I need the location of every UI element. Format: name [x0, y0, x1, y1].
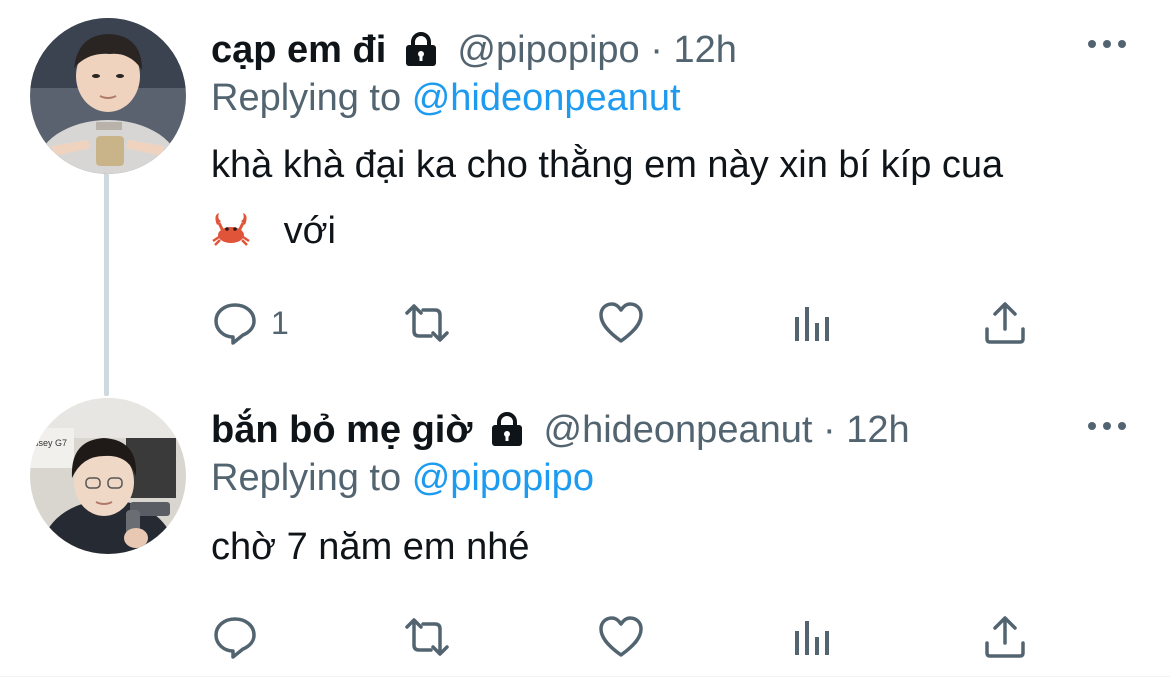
replying-to-mention[interactable]: @pipopipo [412, 457, 594, 499]
tweet-text-line-2-word: với [283, 210, 336, 252]
reply-count: 1 [271, 304, 289, 341]
analytics-icon [795, 307, 829, 341]
display-name[interactable]: cạp em đi [211, 29, 386, 71]
user-handle[interactable]: @hideonpeanut [544, 409, 813, 451]
retweet-icon [405, 618, 449, 656]
share-button[interactable] [981, 298, 1029, 348]
tweet-reply-1: cạp em đi @pipopipo · 12h Replying to @h… [0, 18, 1170, 358]
replying-to-prefix: Replying to [211, 457, 402, 499]
replying-to-mention[interactable]: @hideonpeanut [412, 77, 681, 119]
tweet-text-line-1: khà khà đại ka cho thằng em này xin bí k… [211, 144, 1004, 186]
avatar-hideonpeanut[interactable]: ssey G7 [30, 398, 186, 554]
more-horizontal-icon[interactable] [1085, 416, 1129, 436]
share-button[interactable] [981, 612, 1029, 662]
timestamp[interactable]: 12h [673, 29, 736, 71]
reply-icon [214, 303, 256, 345]
avatar-pipopipo[interactable] [30, 18, 186, 174]
replying-to-prefix: Replying to [211, 77, 402, 119]
heart-icon [599, 616, 643, 657]
replying-to: Replying to @pipopipo [211, 454, 594, 502]
tweet-actions: 1 [211, 298, 1041, 348]
share-icon [985, 616, 1025, 658]
user-handle[interactable]: @pipopipo [457, 29, 639, 71]
avatar-photo: ssey G7 [30, 398, 186, 554]
tweet-reply-2: ssey G7 bắn bỏ mẹ giờ @hideonpeanut · 12… [0, 398, 1170, 678]
tweet-text: khà khà đại ka cho thằng em này xin bí k… [211, 132, 1003, 264]
separator-dot: · [822, 409, 836, 451]
bottom-divider [0, 676, 1170, 677]
tweet-actions [211, 612, 1041, 662]
share-icon [985, 302, 1025, 344]
like-button[interactable] [597, 298, 645, 348]
retweet-button[interactable] [403, 612, 451, 662]
avatar-photo [30, 18, 186, 174]
heart-icon [599, 302, 643, 343]
replying-to: Replying to @hideonpeanut [211, 74, 681, 122]
reply-button[interactable]: 1 [211, 298, 289, 348]
more-horizontal-icon[interactable] [1085, 34, 1129, 54]
reply-button[interactable] [211, 612, 271, 662]
tweet-header: cạp em đi @pipopipo · 12h [211, 26, 737, 74]
like-button[interactable] [597, 612, 645, 662]
views-button[interactable] [789, 612, 837, 662]
tweet-text-line-2: với [211, 198, 1003, 264]
tweet-text-line-1: chờ 7 năm em nhé [211, 526, 530, 568]
display-name[interactable]: bắn bỏ mẹ giờ [211, 409, 472, 451]
tweet-text: chờ 7 năm em nhé [211, 514, 530, 580]
reply-icon [214, 617, 256, 659]
views-button[interactable] [789, 298, 837, 348]
protected-lock-icon [403, 30, 439, 66]
avatar-poster-text: ssey G7 [34, 438, 67, 448]
tweet-header: bắn bỏ mẹ giờ @hideonpeanut · 12h [211, 406, 910, 454]
separator-dot: · [650, 29, 663, 71]
protected-lock-icon [489, 410, 525, 446]
retweet-button[interactable] [403, 298, 451, 348]
retweet-icon [405, 304, 449, 342]
crab-emoji-icon [211, 202, 251, 246]
timestamp[interactable]: 12h [846, 409, 909, 451]
analytics-icon [795, 621, 829, 655]
